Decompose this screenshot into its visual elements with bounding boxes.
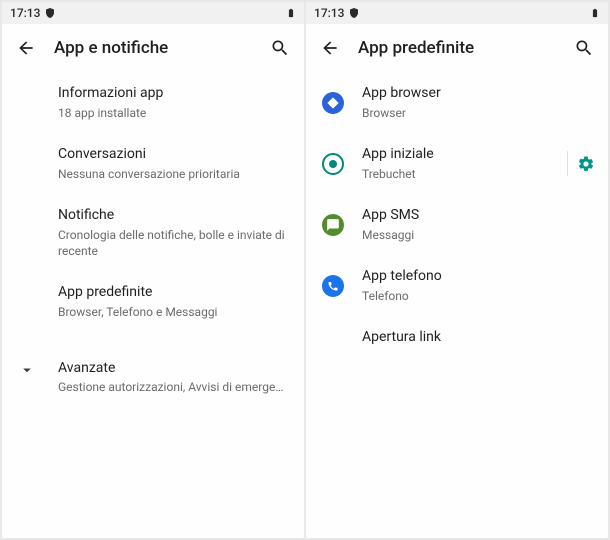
item-title: Informazioni app — [58, 84, 288, 103]
page-title: App predefinite — [358, 38, 570, 58]
browser-app-icon — [322, 92, 344, 114]
item-subtitle: Nessuna conversazione prioritaria — [58, 166, 288, 182]
status-indicator-icon — [348, 7, 360, 19]
settings-item-notifications[interactable]: Notifiche Cronologia delle notifiche, bo… — [2, 194, 304, 271]
default-app-sms[interactable]: App SMS Messaggi — [306, 194, 608, 255]
search-button[interactable] — [570, 38, 598, 58]
item-title: App predefinite — [58, 283, 288, 302]
item-title: Notifiche — [58, 206, 288, 225]
item-title: App telefono — [362, 267, 592, 286]
item-title: Avanzate — [58, 359, 288, 378]
item-subtitle: Browser — [362, 105, 592, 121]
item-title: Conversazioni — [58, 145, 288, 164]
status-time: 17:13 — [314, 6, 344, 20]
app-bar: App e notifiche — [2, 24, 304, 72]
default-app-opening-links[interactable]: Apertura link — [306, 316, 608, 359]
screen-apps-and-notifications: 17:13 App e notifiche Informazioni app 1… — [2, 2, 304, 538]
launcher-settings-button[interactable] — [568, 145, 604, 182]
battery-icon — [590, 6, 600, 20]
item-title: App browser — [362, 84, 592, 103]
settings-item-conversations[interactable]: Conversazioni Nessuna conversazione prio… — [2, 133, 304, 194]
status-bar: 17:13 — [306, 2, 608, 24]
launcher-app-icon — [322, 153, 344, 175]
status-indicator-icon — [44, 7, 56, 19]
back-button[interactable] — [12, 38, 40, 58]
screen-default-apps: 17:13 App predefinite App browser Browse… — [306, 2, 608, 538]
settings-item-default-apps[interactable]: App predefinite Browser, Telefono e Mess… — [2, 271, 304, 332]
expand-icon — [18, 359, 58, 396]
battery-icon — [286, 6, 296, 20]
item-title: App iniziale — [362, 145, 567, 164]
item-title: App SMS — [362, 206, 592, 225]
item-subtitle: Messaggi — [362, 227, 592, 243]
item-subtitle: Gestione autorizzazioni, Avvisi di emerg… — [58, 379, 288, 395]
item-subtitle: Cronologia delle notifiche, bolle e invi… — [58, 227, 288, 259]
default-apps-list: App browser Browser App iniziale Trebuch… — [306, 72, 608, 538]
settings-list: Informazioni app 18 app installate Conve… — [2, 72, 304, 538]
status-time: 17:13 — [10, 6, 40, 20]
settings-item-advanced[interactable]: Avanzate Gestione autorizzazioni, Avvisi… — [2, 347, 304, 408]
item-subtitle: Telefono — [362, 288, 592, 304]
default-app-phone[interactable]: App telefono Telefono — [306, 255, 608, 316]
item-subtitle: Trebuchet — [362, 166, 567, 182]
page-title: App e notifiche — [54, 38, 266, 58]
default-app-launcher[interactable]: App iniziale Trebuchet — [306, 133, 608, 194]
status-bar: 17:13 — [2, 2, 304, 24]
phone-app-icon — [322, 275, 344, 297]
item-title: Apertura link — [362, 328, 592, 347]
settings-item-app-info[interactable]: Informazioni app 18 app installate — [2, 72, 304, 133]
back-button[interactable] — [316, 38, 344, 58]
default-app-browser[interactable]: App browser Browser — [306, 72, 608, 133]
app-bar: App predefinite — [306, 24, 608, 72]
search-button[interactable] — [266, 38, 294, 58]
item-subtitle: Browser, Telefono e Messaggi — [58, 304, 288, 320]
item-subtitle: 18 app installate — [58, 105, 288, 121]
sms-app-icon — [322, 214, 344, 236]
